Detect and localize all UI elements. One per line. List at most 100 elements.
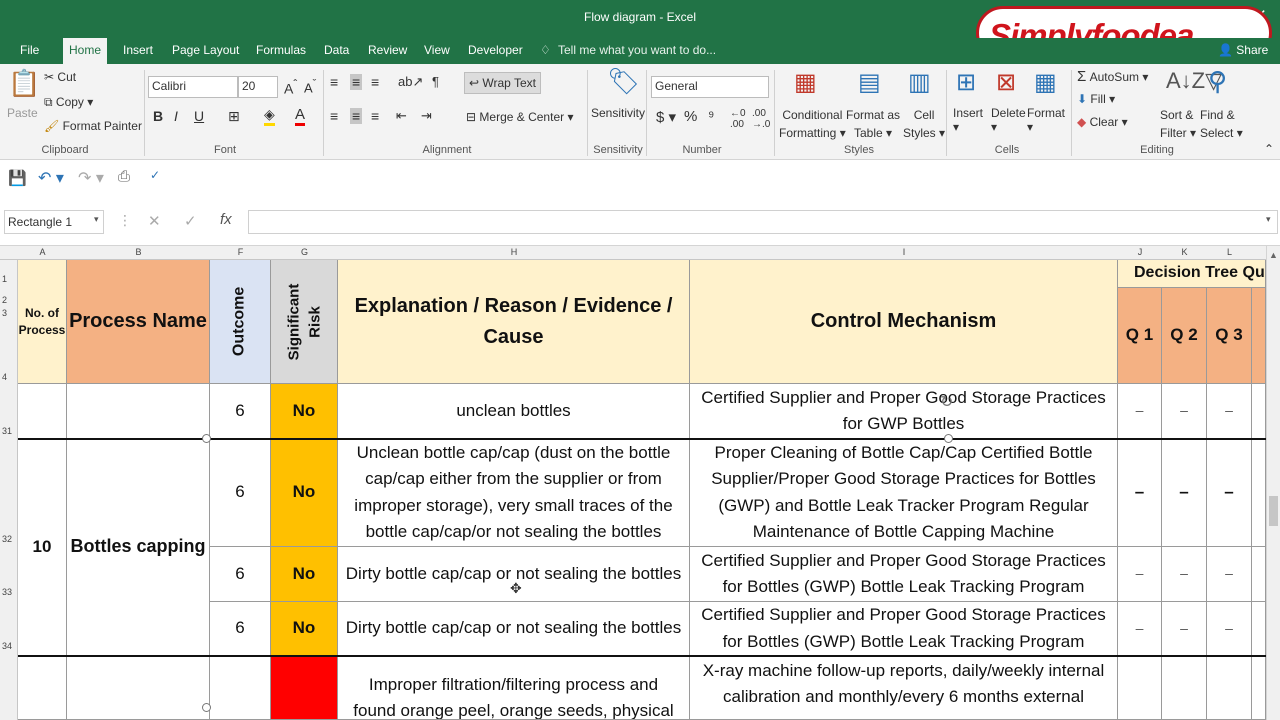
row-header-3[interactable]: 3 <box>2 308 7 318</box>
scroll-thumb[interactable] <box>1269 496 1278 526</box>
merge-center-button[interactable]: ⊟ Merge & Center ▾ <box>466 110 573 124</box>
cell-q4[interactable] <box>1252 439 1266 547</box>
collapse-ribbon-icon[interactable]: ⌃ <box>1264 142 1274 156</box>
name-box[interactable]: Rectangle 1 <box>4 210 104 234</box>
share-button[interactable]: 👤 Share <box>1218 43 1268 57</box>
column-header-j[interactable]: J <box>1118 247 1162 257</box>
cell-q4[interactable] <box>1252 547 1266 602</box>
tab-file[interactable]: File <box>20 43 39 57</box>
process-number[interactable]: 10 <box>18 439 67 656</box>
row-header-33[interactable]: 33 <box>2 587 12 597</box>
cell-control[interactable]: Certified Supplier and Proper Good Stora… <box>690 602 1118 656</box>
cell-risk[interactable]: No <box>271 439 338 547</box>
italic-icon[interactable]: I <box>174 108 178 124</box>
find-icon[interactable]: ⚲ <box>1208 66 1227 97</box>
cell-q1[interactable]: – <box>1118 384 1162 439</box>
align-center-icon[interactable]: ≡ <box>350 108 363 124</box>
header-significant-risk-cell[interactable]: Significant Risk <box>271 260 338 384</box>
cancel-icon[interactable]: ✕ <box>148 212 161 230</box>
cell-q4[interactable] <box>1252 656 1266 720</box>
cell-q1[interactable] <box>1118 656 1162 720</box>
currency-icon[interactable]: $ ▾ <box>656 108 676 126</box>
tell-me-search[interactable]: Tell me what you want to do... <box>558 43 716 57</box>
cell-outcome[interactable]: 6 <box>210 384 271 439</box>
tab-formulas[interactable]: Formulas <box>256 43 306 57</box>
bold-icon[interactable]: B <box>153 108 163 124</box>
font-color-icon[interactable]: A <box>295 106 306 126</box>
column-header-h[interactable]: H <box>338 247 690 257</box>
tab-developer[interactable]: Developer <box>468 43 523 57</box>
cell-q3[interactable]: – <box>1207 439 1252 547</box>
font-name-select[interactable]: Calibri <box>148 76 238 98</box>
decrease-decimal-icon[interactable]: .00 →.0 <box>752 108 770 130</box>
cell-q2[interactable]: – <box>1162 384 1207 439</box>
enter-icon[interactable]: ✓ <box>184 212 197 230</box>
shrink-font-icon[interactable]: Aˇ <box>304 78 316 95</box>
borders-icon[interactable]: ⊞ <box>228 108 240 125</box>
cell-q2[interactable] <box>1162 656 1207 720</box>
autosum-button[interactable]: Σ AutoSum ▾ <box>1077 68 1148 85</box>
shape-handle[interactable] <box>202 703 211 712</box>
format-as-table-button[interactable]: Format as Table ▾ <box>846 106 900 142</box>
cell-risk[interactable]: No <box>271 547 338 602</box>
percent-icon[interactable]: % <box>684 108 697 125</box>
delete-cells-icon[interactable]: ⊠ <box>996 68 1016 97</box>
cell-control[interactable]: Certified Supplier and Proper Good Stora… <box>690 384 1118 439</box>
name-box-dropdown-icon[interactable]: ▾ <box>94 214 99 225</box>
scroll-up-icon[interactable]: ▲ <box>1269 250 1278 260</box>
cell-risk[interactable]: No <box>271 384 338 439</box>
cell-explanation[interactable]: unclean bottles <box>338 384 690 439</box>
cell-q2[interactable]: – <box>1162 439 1207 547</box>
tab-page-layout[interactable]: Page Layout <box>172 43 239 57</box>
row-header-32[interactable]: 32 <box>2 534 12 544</box>
header-q2[interactable]: Q 2 <box>1162 288 1207 384</box>
find-select-button[interactable]: Find & Select ▾ <box>1200 106 1243 142</box>
cell-q4[interactable] <box>1252 384 1266 439</box>
rotate-handle-icon[interactable]: ↻ <box>940 392 953 412</box>
delete-cells-button[interactable]: Delete ▾ <box>991 106 1026 134</box>
cell-q3[interactable]: – <box>1207 602 1252 656</box>
cell-control[interactable]: Certified Supplier and Proper Good Stora… <box>690 547 1118 602</box>
fill-button[interactable]: ⬇ Fill ▾ <box>1077 92 1115 106</box>
row-header-31[interactable]: 31 <box>2 426 12 436</box>
cell-styles-icon[interactable]: ▥ <box>908 68 931 97</box>
cell-q1[interactable]: – <box>1118 547 1162 602</box>
decrease-indent-icon[interactable]: ⇤ <box>396 108 407 124</box>
cell-risk[interactable] <box>271 656 338 720</box>
tab-insert[interactable]: Insert <box>123 43 153 57</box>
number-format-select[interactable]: General <box>651 76 769 98</box>
vertical-scrollbar[interactable]: ▲ <box>1266 246 1280 720</box>
column-header-b[interactable]: B <box>67 247 210 257</box>
paste-icon[interactable]: 📋 <box>8 68 40 99</box>
cell-b35[interactable] <box>67 656 210 720</box>
conditional-formatting-button[interactable]: Conditional Formatting ▾ <box>779 106 846 142</box>
conditional-formatting-icon[interactable]: ▦ <box>794 68 817 97</box>
insert-cells-icon[interactable]: ⊞ <box>956 68 976 97</box>
cell-q3[interactable] <box>1207 656 1252 720</box>
cell-styles-button[interactable]: Cell Styles ▾ <box>903 106 945 142</box>
format-painter-button[interactable]: 🖌 Format Painter <box>44 119 142 133</box>
process-name[interactable]: Bottles capping <box>67 439 210 656</box>
header-control-mechanism[interactable]: Control Mechanism <box>690 260 1118 384</box>
header-q3[interactable]: Q 3 <box>1207 288 1252 384</box>
header-no-of-process[interactable]: No. of Process <box>18 260 67 384</box>
cell-risk[interactable]: No <box>271 602 338 656</box>
format-as-table-icon[interactable]: ▤ <box>858 68 881 97</box>
cell-outcome[interactable] <box>210 656 271 720</box>
sensitivity-button[interactable]: Sensitivity <box>591 106 645 120</box>
header-q4-partial[interactable] <box>1252 288 1266 384</box>
cell-q4[interactable] <box>1252 602 1266 656</box>
copy-button[interactable]: ⧉ Copy ▾ <box>44 95 93 110</box>
increase-indent-icon[interactable]: ⇥ <box>421 108 432 124</box>
spelling-icon[interactable]: ✓ <box>150 168 160 182</box>
cell-q2[interactable]: – <box>1162 602 1207 656</box>
underline-icon[interactable]: U <box>194 108 204 124</box>
cell-explanation[interactable]: Dirty bottle cap/cap or not sealing the … <box>338 602 690 656</box>
cell-q1[interactable]: – <box>1118 602 1162 656</box>
insert-cells-button[interactable]: Insert ▾ <box>953 106 983 134</box>
clear-button[interactable]: ◆ Clear ▾ <box>1077 115 1128 129</box>
cell-q3[interactable]: – <box>1207 547 1252 602</box>
cell-outcome[interactable]: 6 <box>210 439 271 547</box>
paste-button[interactable]: Paste <box>7 106 38 120</box>
cell-b31[interactable] <box>67 384 210 439</box>
